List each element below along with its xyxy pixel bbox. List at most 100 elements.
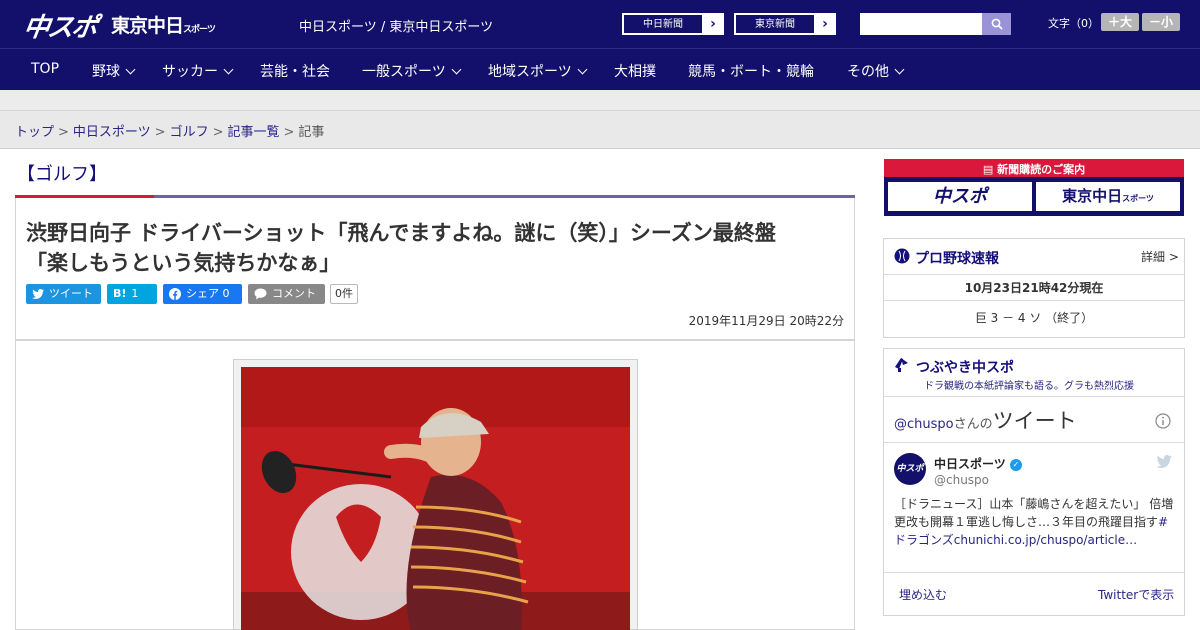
info-icon[interactable] (1155, 413, 1171, 429)
nav-item-soccer[interactable]: サッカー (162, 61, 234, 81)
breadcrumb-separator: > (283, 125, 295, 140)
baseball-detail-link[interactable]: 詳細 > (1141, 248, 1179, 265)
account-name-text: 中日スポーツ (934, 457, 1006, 471)
megaphone-icon (895, 358, 908, 372)
tweet-button[interactable]: ツイート (26, 284, 101, 304)
tweet-text: ［ドラニュース］山本「藤嶋さんを超えたい」 倍増更改も開幕１軍逃し悔しさ…３年目… (894, 495, 1174, 549)
baseball-score[interactable]: 巨 3 － 4 ソ （終了） (884, 300, 1184, 336)
nav-label: 地域スポーツ (488, 64, 572, 80)
baseball-timestamp: 10月23日21時42分現在 (884, 274, 1184, 300)
chunichi-shimbun-link[interactable]: 中日新聞 › (622, 13, 724, 35)
headline-line-1: 渋野日向子 ドライバーショット「飛んでますよね。謎に（笑）」シーズン最終盤 (26, 221, 776, 245)
nav-item-other[interactable]: その他 (847, 61, 905, 81)
nav-item-racing[interactable]: 競馬・ボート・競輪 (688, 61, 814, 81)
ad-tokyo-logo-text: 東京中日 (1062, 187, 1123, 205)
nav-label: 競馬・ボート・競輪 (688, 64, 814, 80)
tweets-heading: ツイート (992, 409, 1077, 433)
tokyo-chunichi-logo[interactable]: 東京中日スポーツ (111, 11, 216, 38)
newspaper-icon: ▤ (982, 163, 998, 176)
breadcrumb-chunichi-sports[interactable]: 中日スポーツ (73, 125, 151, 140)
nav-label: 一般スポーツ (362, 64, 446, 80)
breadcrumb-article-list[interactable]: 記事一覧 (228, 125, 280, 140)
ad-title-text: 新聞購読のご案内 (997, 163, 1086, 176)
main-nav: TOP 野球 サッカー 芸能・社会 一般スポーツ 地域スポーツ 大相撲 競馬・ボ… (0, 48, 1200, 90)
breadcrumb-top[interactable]: トップ (15, 125, 54, 140)
tokyo-logo-text: 東京中日 (111, 15, 184, 37)
tweet-body: ［ドラニュース］山本「藤嶋さんを超えたい」 倍増更改も開幕１軍逃し悔しさ…３年目… (894, 497, 1174, 529)
spacer-band (0, 90, 1200, 111)
nav-item-sumo[interactable]: 大相撲 (614, 61, 656, 81)
chunichi-shimbun-label: 中日新聞 (623, 14, 703, 34)
verified-badge-icon: ✓ (1009, 458, 1022, 471)
embed-link[interactable]: 埋め込む (899, 586, 947, 603)
tweet-label: ツイート (49, 287, 93, 300)
tweets-handle-link[interactable]: @chuspo (894, 417, 954, 432)
breadcrumb-golf[interactable]: ゴルフ (170, 125, 209, 140)
chuspo-logo[interactable]: 中スポ (21, 7, 98, 44)
facebook-icon (169, 288, 181, 300)
tokyo-shimbun-link[interactable]: 東京新聞 › (734, 13, 836, 35)
tokyo-logo-small: スポーツ (183, 25, 216, 35)
tweet-link[interactable]: chunichi.co.jp/chuspo/article… (954, 533, 1137, 547)
breadcrumb-current: 記事 (298, 125, 325, 140)
tweets-handle-suffix: さんの (953, 417, 993, 432)
font-increase-button[interactable]: ＋大 (1101, 13, 1139, 31)
speech-bubble-icon (254, 288, 267, 300)
nav-label: TOP (31, 61, 60, 77)
top-header-bar: 中スポ 東京中日スポーツ 中日スポーツ / 東京中日スポーツ 中日新聞 › 東京… (0, 0, 1200, 48)
ad-tokyo-logo-small: スポーツ (1122, 194, 1154, 203)
chevron-down-icon (577, 64, 588, 75)
tweets-panel-title: つぶやき中スポ (916, 360, 1014, 376)
font-decrease-button[interactable]: －小 (1142, 13, 1180, 31)
baseball-panel-title: プロ野球速報 (915, 251, 999, 267)
hatena-bookmark-button[interactable]: B! 1 (107, 284, 157, 304)
nav-label: その他 (847, 64, 889, 80)
headline-line-2: 「楽しもうという気持ちかなぁ」 (26, 251, 341, 275)
facebook-share-button[interactable]: シェア 0 (163, 284, 242, 304)
nav-item-general-sports[interactable]: 一般スポーツ (362, 61, 462, 81)
article-category: 【ゴルフ】 (17, 164, 107, 185)
chevron-down-icon (223, 64, 234, 75)
account-name[interactable]: 中日スポーツ ✓ (934, 455, 1022, 472)
breadcrumb-separator: > (212, 125, 224, 140)
account-handle[interactable]: @chuspo (934, 473, 989, 487)
breadcrumb-separator: > (154, 125, 166, 140)
article-photo[interactable] (241, 367, 630, 630)
hatena-icon: B! (113, 287, 127, 300)
nav-item-top[interactable]: TOP (31, 61, 59, 77)
chevron-down-icon (125, 64, 136, 75)
twitter-bird-icon[interactable] (1156, 455, 1172, 468)
nav-label: 野球 (92, 64, 120, 80)
hatena-count: 1 (131, 287, 139, 300)
comment-label: コメント (272, 287, 316, 300)
search-input[interactable] (860, 13, 982, 35)
nav-item-baseball[interactable]: 野球 (92, 61, 136, 81)
font-size-label: 文字（0） (1048, 17, 1099, 30)
ad-chuspo-logo[interactable]: 中スポ (888, 182, 1032, 211)
chevron-right-icon: › (710, 16, 716, 32)
search-button[interactable] (982, 13, 1011, 35)
nav-item-regional-sports[interactable]: 地域スポーツ (488, 61, 588, 81)
tokyo-shimbun-label: 東京新聞 (735, 14, 815, 34)
account-avatar[interactable]: 中スポ (894, 453, 926, 485)
ad-tokyo-chunichi-logo[interactable]: 東京中日スポーツ (1036, 182, 1180, 211)
view-on-twitter-link[interactable]: Twitterで表示 (1098, 586, 1174, 603)
chevron-down-icon (894, 64, 905, 75)
nav-item-entertainment[interactable]: 芸能・社会 (260, 61, 330, 81)
breadcrumb: トップ > 中日スポーツ > ゴルフ > 記事一覧 > 記事 (15, 121, 324, 140)
chevron-right-icon: › (822, 16, 828, 32)
breadcrumb-area: トップ > 中日スポーツ > ゴルフ > 記事一覧 > 記事 (0, 111, 1200, 149)
twitter-bird-icon (32, 289, 44, 299)
facebook-label: シェア 0 (186, 287, 230, 300)
nav-label: 大相撲 (614, 64, 656, 80)
tweets-panel-subtitle: ドラ観戦の本紙評論家も語る。グラも熱烈応援 (924, 381, 1134, 392)
nav-label: 芸能・社会 (260, 64, 330, 80)
article-headline: 渋野日向子 ドライバーショット「飛んでますよね。謎に（笑）」シーズン最終盤 「楽… (26, 218, 851, 278)
golfer-photo-illustration (241, 367, 630, 630)
publish-date: 2019年11月29日 20時22分 (688, 314, 844, 328)
tweets-header: @chuspoさんのツイート (894, 405, 1077, 435)
search-icon (991, 18, 1003, 30)
site-names: 中日スポーツ / 東京中日スポーツ (299, 20, 494, 35)
chevron-down-icon (451, 64, 462, 75)
comment-button[interactable]: コメント (248, 284, 325, 304)
